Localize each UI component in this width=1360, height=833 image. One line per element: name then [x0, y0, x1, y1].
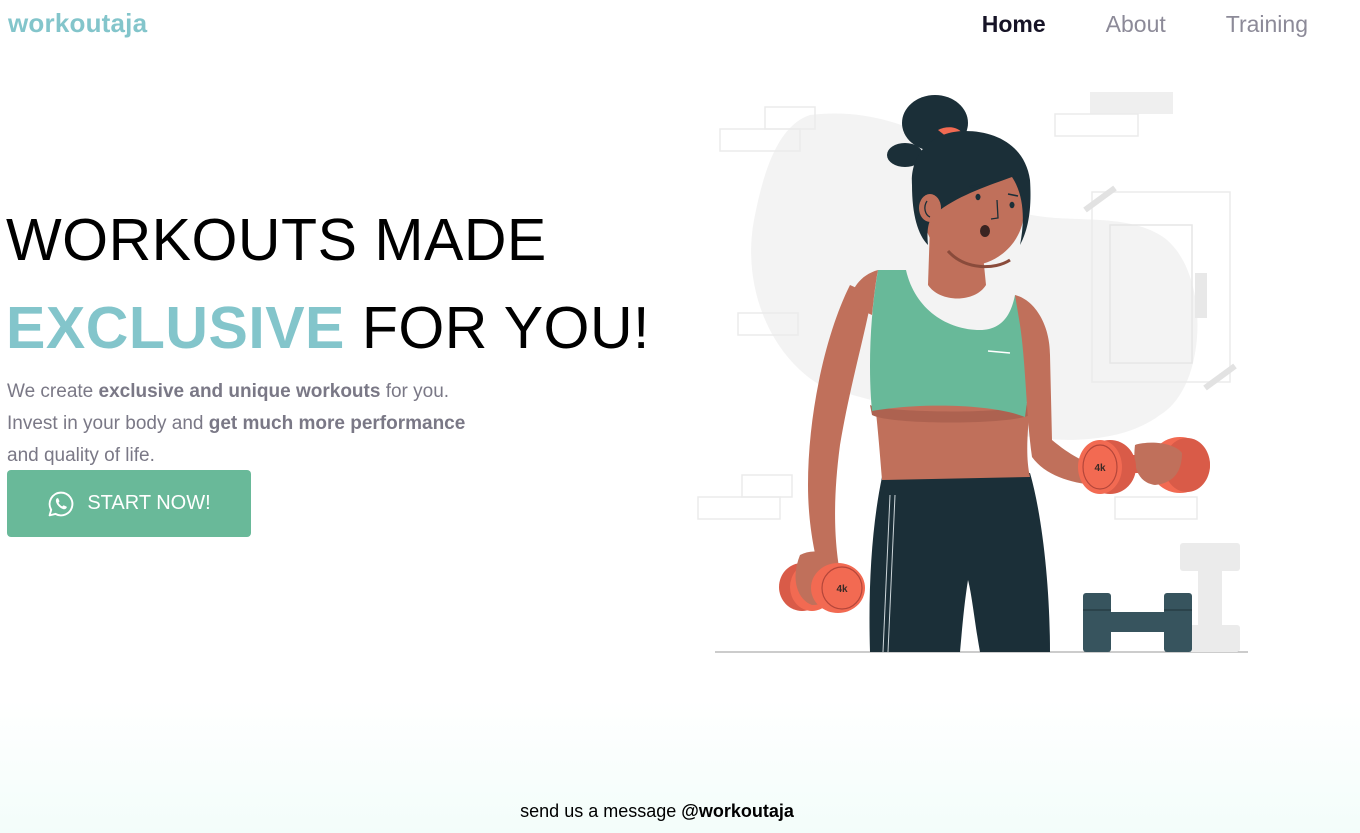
nav-about[interactable]: About: [1106, 11, 1166, 38]
headline-rest: FOR YOU!: [361, 295, 650, 361]
dumbbell-label: 4k: [836, 584, 848, 595]
headline-line-1: WORKOUTS MADE: [6, 207, 547, 273]
headline-accent: EXCLUSIVE: [6, 295, 345, 361]
nav-home[interactable]: Home: [982, 11, 1046, 38]
nav-training[interactable]: Training: [1226, 11, 1308, 38]
hero-description: We create exclusive and unique workouts …: [7, 376, 527, 472]
logo[interactable]: workoutaja: [8, 8, 147, 39]
footer-text: send us a message: [520, 801, 682, 821]
desc-text: and quality of life.: [7, 445, 155, 466]
desc-bold: exclusive and unique workouts: [98, 381, 381, 402]
desc-text: We create: [7, 381, 99, 402]
footer-handle[interactable]: @workoutaja: [681, 801, 794, 821]
start-now-button[interactable]: START NOW!: [7, 470, 251, 537]
page: workoutaja Home About Training WORKOUTS …: [0, 0, 1360, 833]
desc-text: Invest in your body and: [7, 413, 209, 434]
headline-line-2: EXCLUSIVE FOR YOU!: [6, 294, 650, 362]
dumbbell-label: 4k: [1094, 463, 1106, 474]
desc-text: for you.: [380, 381, 450, 402]
footer: send us a message @workoutaja: [0, 801, 1314, 822]
workout-illustration: 4k 4k: [690, 85, 1260, 660]
desc-bold: get much more performance: [208, 413, 466, 434]
main-nav: Home About Training: [982, 11, 1308, 38]
start-now-label: START NOW!: [87, 492, 211, 514]
whatsapp-icon: [47, 490, 75, 518]
